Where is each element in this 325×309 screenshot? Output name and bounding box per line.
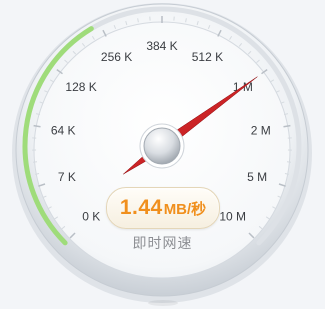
stand-shadow [148,300,178,306]
hub-cap [143,127,181,165]
tick-label: 2 M [251,123,271,137]
tick-label: 64 K [51,123,76,137]
speed-unit: MB/秒 [163,200,207,218]
tick-label: 512 K [192,50,223,64]
tick-label: 384 K [146,39,177,53]
tick-label: 128 K [65,80,96,94]
tick-label: 0 K [82,210,100,224]
gauge-dial: 0 K7 K64 K128 K256 K384 K512 K1 M2 M5 M1… [12,3,312,303]
speed-gauge: 0 K7 K64 K128 K256 K384 K512 K1 M2 M5 M1… [0,0,325,309]
tick-label: 10 M [219,210,246,224]
minor-tick [32,161,38,163]
speed-value: 1.44 [119,196,163,219]
tick-label: 5 M [247,170,267,184]
gauge-caption: 即时网速 [132,235,193,251]
tick-label: 7 K [58,170,76,184]
speed-readout: 1.44 MB/秒 [106,187,220,229]
tick-label: 256 K [101,50,132,64]
minor-tick [286,161,292,163]
